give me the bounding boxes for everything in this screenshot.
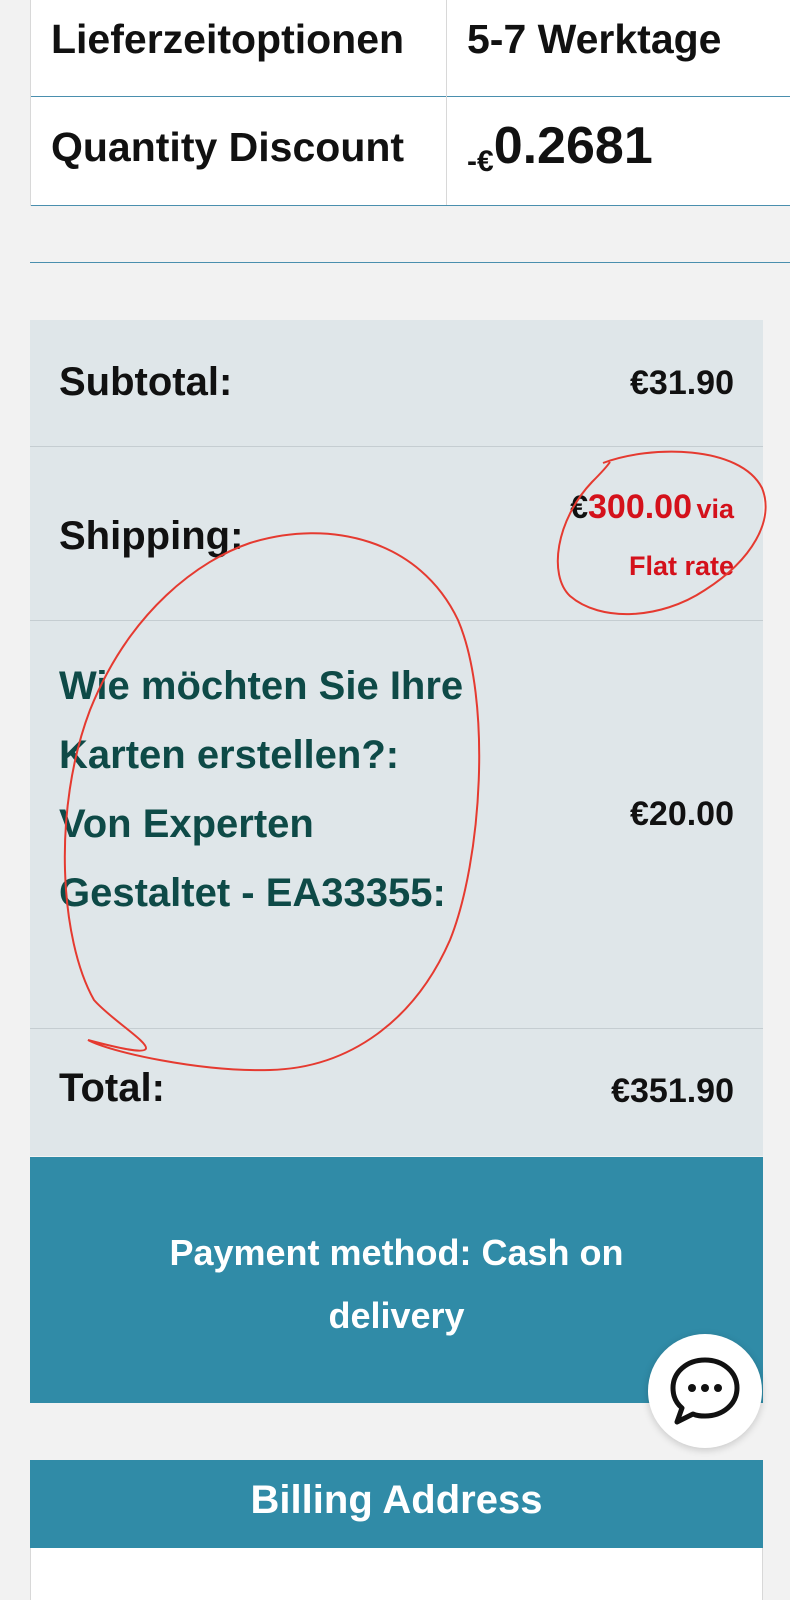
delivery-time-value: 5-7 Werktage <box>467 16 722 62</box>
billing-address-header: Billing Address <box>30 1460 763 1548</box>
chat-bubble-icon <box>670 1357 740 1425</box>
billing-address-title: Billing Address <box>250 1478 543 1522</box>
chat-button[interactable] <box>648 1334 762 1448</box>
payment-method-text: Payment method: Cash on delivery <box>169 1232 624 1336</box>
product-meta-table: Lieferzeitoptionen 5-7 Werktage Quantity… <box>30 0 790 206</box>
discount-amount: 0.2681 <box>493 117 653 175</box>
subtotal-value: €31.90 <box>630 364 734 402</box>
section-divider <box>30 262 790 263</box>
meta-row-quantity-discount: Quantity Discount -€0.2681 <box>31 97 790 206</box>
quantity-discount-value: -€0.2681 <box>467 117 653 184</box>
total-value: €351.90 <box>611 1072 734 1110</box>
card-option-value: €20.00 <box>630 795 734 833</box>
subtotal-label: Subtotal: <box>59 360 233 404</box>
column-divider <box>446 0 447 205</box>
quantity-discount-label: Quantity Discount <box>51 124 405 170</box>
card-option-row: Wie möchten Sie Ihre Karten erstellen?: … <box>30 620 763 1029</box>
delivery-time-label: Lieferzeitoptionen <box>51 16 405 62</box>
subtotal-row: Subtotal: €31.90 <box>30 320 763 447</box>
shipping-row: Shipping: €300.00 via Flat rate <box>30 446 763 621</box>
discount-prefix: -€ <box>467 145 494 178</box>
shipping-via: via <box>696 494 734 524</box>
shipping-value: €300.00 via Flat rate <box>570 488 734 582</box>
shipping-label: Shipping: <box>59 514 244 558</box>
meta-row-delivery-time: Lieferzeitoptionen 5-7 Werktage <box>31 0 790 97</box>
order-totals-table: Subtotal: €31.90 Shipping: €300.00 via F… <box>30 320 763 1156</box>
billing-address-body <box>30 1548 763 1600</box>
total-label: Total: <box>59 1066 165 1110</box>
shipping-currency: € <box>570 489 588 525</box>
shipping-method: Flat rate <box>628 551 734 581</box>
shipping-amount: 300.00 <box>588 488 692 526</box>
card-option-label: Wie möchten Sie Ihre Karten erstellen?: … <box>59 664 464 915</box>
total-row: Total: €351.90 <box>30 1028 763 1156</box>
